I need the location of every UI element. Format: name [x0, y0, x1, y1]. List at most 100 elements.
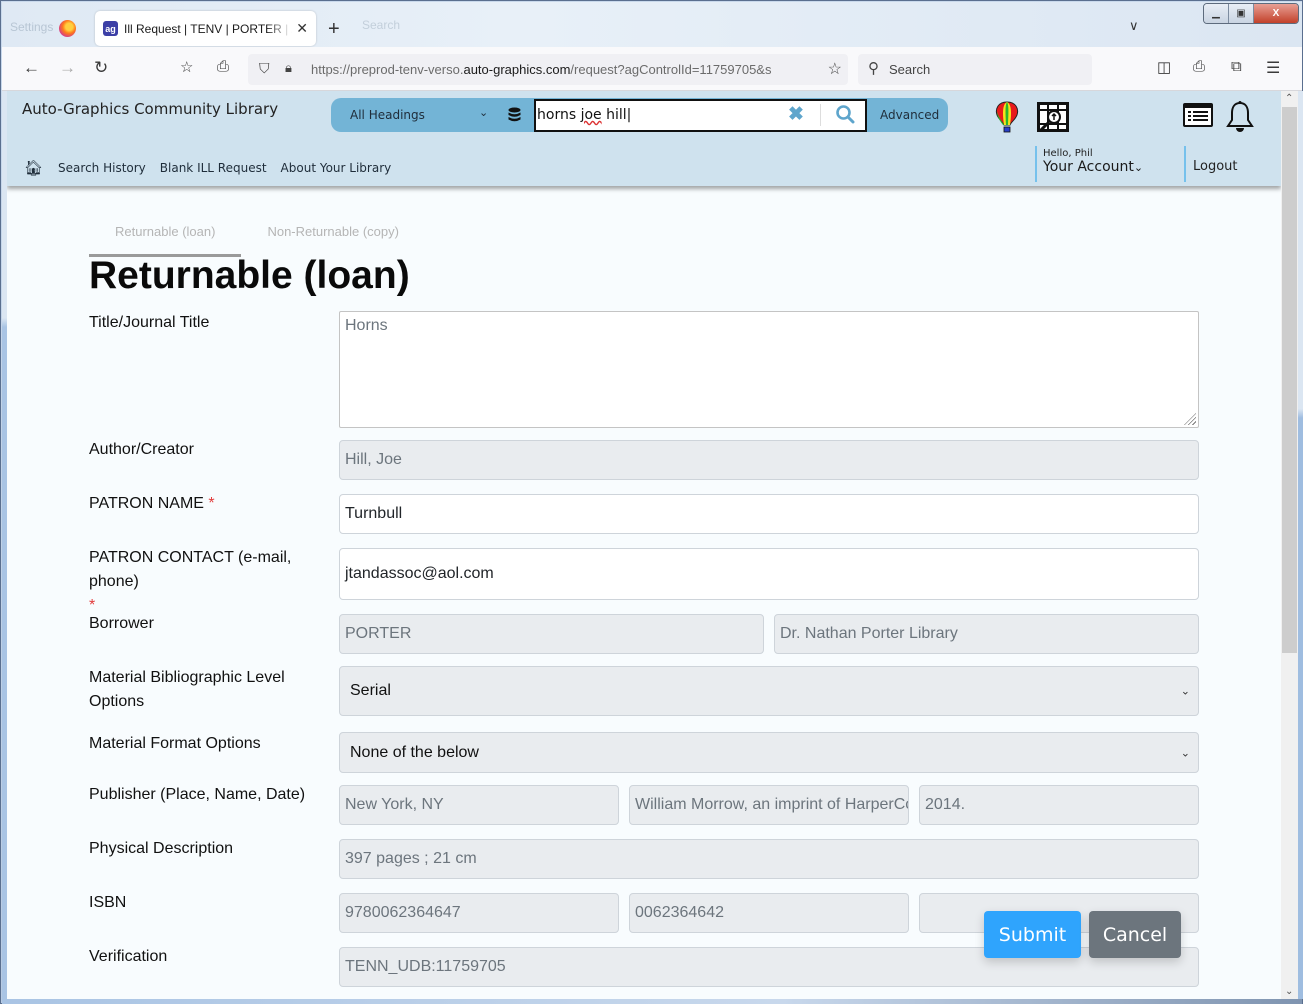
physical-description-field[interactable]: 397 pages ; 21 cm [339, 839, 1199, 879]
patron-name-label: PATRON NAME * [89, 495, 215, 512]
page-scrollbar[interactable]: ⌃ ⌄ [1281, 91, 1298, 999]
list-tabs-chevron-icon[interactable]: ∨ [1129, 18, 1139, 34]
minimize-icon[interactable]: ▁ [1204, 4, 1229, 23]
database-icon[interactable] [508, 107, 521, 123]
catalog-search-group: All Headings ⌄ horns joe hill| ✖ Advance… [331, 98, 948, 132]
chevron-down-icon: ⌄ [1180, 685, 1190, 698]
background-search-label: Search [362, 18, 401, 32]
format-select[interactable]: None of the below ⌄ [339, 732, 1199, 773]
scroll-down-icon[interactable]: ⌄ [1285, 986, 1293, 997]
verification-label: Verification [89, 948, 168, 965]
share-icon[interactable]: ⎙ [217, 58, 229, 75]
back-icon[interactable]: ← [23, 58, 40, 78]
nav-blank-ill-request[interactable]: Blank ILL Request [160, 161, 267, 175]
isbn10-field[interactable]: 0062364642 [629, 893, 909, 933]
forward-icon[interactable]: → [59, 58, 76, 78]
window-bottom-edge [2, 999, 1302, 1004]
clear-search-icon[interactable]: ✖ [788, 103, 804, 126]
resize-handle-icon[interactable] [1184, 413, 1196, 425]
publisher-name-field[interactable]: William Morrow, an imprint of HarperColl… [629, 785, 909, 825]
isbn-label: ISBN [89, 894, 127, 911]
search-placeholder: Search [889, 62, 931, 77]
search-scope-select[interactable]: All Headings [350, 108, 425, 122]
patron-contact-label: PATRON CONTACT (e-mail, phone) * [89, 549, 292, 614]
physical-description-label: Physical Description [89, 840, 234, 857]
publisher-date-field[interactable]: 2014. [919, 785, 1199, 825]
menu-icon[interactable]: ☰ [1266, 58, 1280, 78]
pocket-icon[interactable]: ◫ [1157, 58, 1171, 76]
address-bar[interactable]: ⛉ 🔒︎ https://preprod-tenv-verso.auto-gra… [248, 54, 848, 85]
secondary-nav: 🏠︎ Search History Blank ILL Request Abou… [24, 159, 391, 177]
search-icon[interactable] [835, 104, 855, 124]
nav-about-library[interactable]: About Your Library [281, 161, 392, 175]
extensions-icon[interactable]: ⧉ [1231, 58, 1242, 75]
lock-icon[interactable]: 🔒︎ [285, 60, 292, 76]
cancel-button[interactable]: Cancel [1089, 911, 1181, 958]
isbn13-field[interactable]: 9780062364647 [339, 893, 619, 933]
tab-returnable[interactable]: Returnable (loan) [89, 221, 242, 257]
patron-contact-field[interactable]: jtandassoc@aol.com [339, 548, 1199, 600]
chevron-down-icon: ⌄ [1133, 161, 1144, 174]
bookmark-page-icon[interactable]: ☆ [828, 59, 842, 79]
catalog-search-input[interactable]: horns joe hill| [534, 99, 867, 132]
new-tab-icon[interactable]: + [328, 18, 340, 41]
browse-shelf-icon[interactable] [1036, 101, 1070, 133]
hot-air-balloon-icon[interactable] [994, 101, 1020, 134]
advanced-search-link[interactable]: Advanced [880, 108, 939, 122]
account-menu[interactable]: Hello, Phil Your Account⌄ [1035, 146, 1143, 182]
search-divider [820, 104, 821, 126]
account-label: Your Account [1043, 159, 1134, 175]
request-type-tabs: Returnable (loan) Non-Returnable (copy) [89, 221, 425, 257]
title-label: Title/Journal Title [89, 314, 210, 331]
nav-search-history[interactable]: Search History [58, 161, 146, 175]
chevron-down-icon: ⌄ [1180, 747, 1190, 759]
browser-tab-active[interactable]: ag Ill Request | TENV | PORTER | Auto-Gr… [95, 11, 316, 46]
print-icon[interactable]: ⎙ [1193, 58, 1205, 75]
publisher-label: Publisher (Place, Name, Date) [89, 786, 306, 803]
logout-link[interactable]: Logout [1184, 146, 1238, 182]
browser-search-bar[interactable]: ⚲ Search [858, 54, 1092, 85]
close-tab-icon[interactable]: ✕ [296, 20, 308, 37]
format-value: None of the below [350, 743, 479, 761]
borrower-label: Borrower [89, 615, 154, 632]
submit-button[interactable]: Submit [984, 911, 1081, 958]
scrollbar-thumb[interactable] [1282, 107, 1297, 653]
window-right-edge [1298, 91, 1303, 999]
bib-level-value: Serial [350, 682, 391, 699]
app-header: Auto-Graphics Community Library All Head… [7, 91, 1281, 186]
maximize-icon[interactable]: ▣ [1229, 4, 1254, 23]
chevron-down-icon[interactable]: ⌄ [479, 106, 488, 119]
required-marker: * [208, 495, 215, 512]
library-name[interactable]: Auto-Graphics Community Library [22, 100, 278, 118]
greeting: Hello, Phil [1043, 148, 1093, 159]
tab-title: Ill Request | TENV | PORTER | Auto-Graph… [124, 21, 292, 36]
firefox-logo-icon [59, 20, 76, 37]
background-tab-label[interactable]: Settings [10, 20, 53, 34]
close-window-icon[interactable]: X [1254, 4, 1298, 23]
format-label: Material Format Options [89, 735, 261, 752]
url-text[interactable]: https://preprod-tenv-verso.auto-graphics… [311, 62, 821, 77]
page-title: Returnable (loan) [89, 254, 410, 297]
search-icon: ⚲ [868, 60, 879, 77]
patron-name-field[interactable]: Turnbull [339, 494, 1199, 534]
scroll-up-icon[interactable]: ⌃ [1285, 93, 1293, 104]
shield-icon[interactable]: ⛉ [259, 60, 270, 77]
ag-logo-icon: ag [103, 21, 118, 36]
author-field[interactable]: Hill, Joe [339, 440, 1199, 480]
tab-non-returnable[interactable]: Non-Returnable (copy) [241, 221, 425, 257]
notification-bell-icon[interactable] [1225, 100, 1255, 134]
publisher-place-field[interactable]: New York, NY [339, 785, 619, 825]
bib-level-label: Material Bibliographic Level Options [89, 669, 285, 710]
title-textarea[interactable]: Horns [339, 311, 1199, 428]
browser-navbar: ← → ↻ ☆ ⎙ ⛉ 🔒︎ https://preprod-tenv-vers… [2, 47, 1302, 91]
browser-window: Settings ag Ill Request | TENV | PORTER … [0, 0, 1303, 1004]
title-value: Horns [345, 317, 388, 334]
bookmark-star-icon[interactable]: ☆ [180, 58, 193, 76]
page-viewport: Auto-Graphics Community Library All Head… [7, 91, 1281, 999]
list-view-icon[interactable] [1182, 102, 1214, 128]
borrower-name-field[interactable]: Dr. Nathan Porter Library [774, 614, 1199, 654]
borrower-code-field[interactable]: PORTER [339, 614, 764, 654]
home-icon[interactable]: 🏠︎ [24, 159, 43, 177]
bib-level-select[interactable]: Serial ⌄ [339, 666, 1199, 716]
reload-icon[interactable]: ↻ [94, 58, 108, 78]
